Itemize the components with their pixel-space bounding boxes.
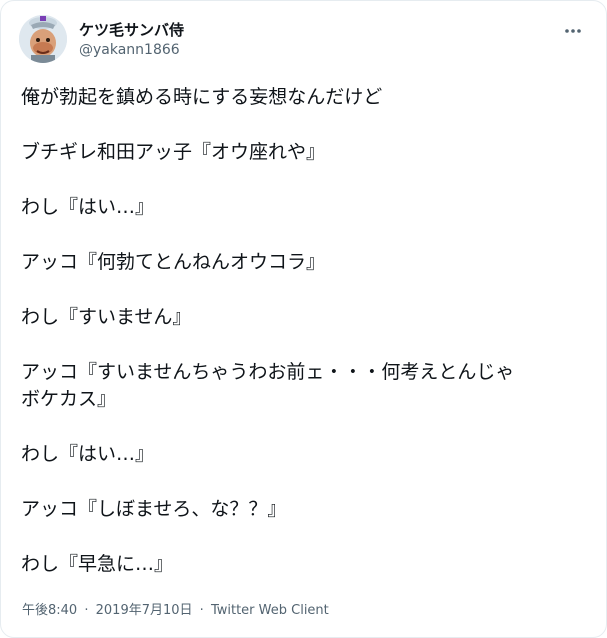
samurai-avatar-icon[interactable]: [19, 15, 67, 63]
meta-separator: ·: [199, 603, 204, 618]
tweet-time[interactable]: 午後8:40: [22, 603, 77, 618]
tweet-meta: 午後8:40 · 2019年7月10日 · Twitter Web Client: [22, 602, 329, 620]
user-names: ケツ毛サンバ侍 @yakann1866: [79, 21, 184, 59]
tweet-line: わし『はい…』: [21, 443, 155, 465]
meta-separator: ·: [84, 603, 89, 618]
tweet-card: ケツ毛サンバ侍 @yakann1866 俺が勃起を鎮める時にする妄想なんだけど …: [0, 0, 607, 638]
tweet-line: わし『早急に…』: [21, 553, 174, 575]
tweet-line: アッコ『すいませんちゃうわお前ェ・・・何考えとんじゃ: [21, 361, 515, 383]
tweet-line: アッコ『しぼませろ、な？？』: [21, 498, 287, 520]
tweet-line: わし『すいません』: [21, 306, 192, 328]
tweet-client[interactable]: Twitter Web Client: [211, 603, 329, 618]
user-handle[interactable]: @yakann1866: [79, 41, 184, 59]
tweet-line: ブチギレ和田アッ子『オウ座れや』: [21, 141, 326, 163]
tweet-text: 俺が勃起を鎮める時にする妄想なんだけど ブチギレ和田アッ子『オウ座れや』 わし『…: [21, 84, 586, 578]
tweet-date[interactable]: 2019年7月10日: [96, 603, 193, 618]
tweet-line: アッコ『何勃てとんねんオウコラ』: [21, 251, 326, 273]
more-icon[interactable]: [562, 23, 584, 39]
tweet-line: ボケカス』: [21, 388, 117, 410]
tweet-header: ケツ毛サンバ侍 @yakann1866: [19, 15, 588, 65]
tweet-line: 俺が勃起を鎮める時にする妄想なんだけど: [21, 86, 383, 108]
display-name[interactable]: ケツ毛サンバ侍: [79, 21, 184, 39]
tweet-line: わし『はい…』: [21, 196, 155, 218]
